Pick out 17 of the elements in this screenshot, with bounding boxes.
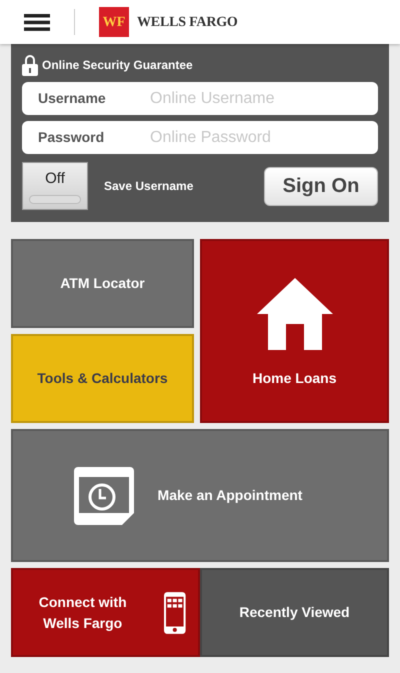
field-label: Username [38, 89, 107, 108]
tile-button[interactable]: Connect with Wells Fargo [11, 568, 200, 657]
toggle-switch[interactable]: Off [22, 162, 88, 210]
tile-button[interactable]: Tools & Calculators [11, 334, 194, 423]
sign-on-button[interactable]: Sign On [264, 166, 378, 206]
tile-button[interactable]: Recently Viewed [200, 568, 389, 657]
tile-button[interactable]: ATM Locator [11, 239, 194, 328]
tile-button[interactable]: Home Loans [200, 239, 389, 423]
logo-mark: WF [99, 7, 129, 37]
logo-name: WELLS FARGO [137, 14, 238, 32]
field-label: Password [38, 128, 106, 147]
save-username-label: Save Username [104, 178, 194, 195]
lock-icon [22, 54, 38, 76]
menu-icon[interactable] [24, 14, 50, 30]
tile-button[interactable]: Make an Appointment [11, 429, 389, 562]
security-label: Online Security Guarantee [42, 57, 193, 74]
calendar-clock-icon [74, 466, 134, 524]
